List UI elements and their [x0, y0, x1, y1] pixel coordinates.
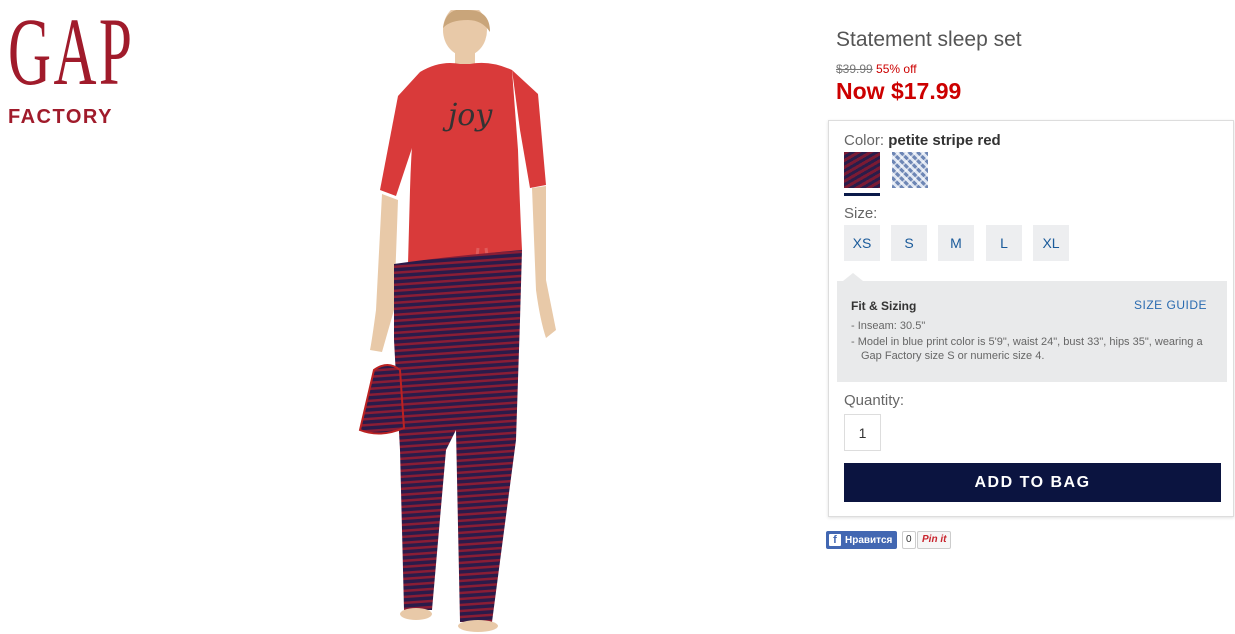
fit-sizing-box: Fit & Sizing SIZE GUIDE - Inseam: 30.5" … [837, 281, 1227, 382]
color-label: Color: petite stripe red [844, 132, 1001, 149]
facebook-like-label: Нравится [845, 534, 893, 546]
product-title: Statement sleep set [836, 28, 1022, 51]
discount-badge: 55% off [876, 62, 917, 76]
color-value: petite stripe red [888, 132, 1001, 149]
fit-detail-inseam: - Inseam: 30.5" [851, 320, 926, 332]
quantity-input[interactable]: 1 [844, 414, 881, 451]
facebook-icon: f [829, 534, 841, 546]
swatch-blue-print[interactable] [892, 152, 928, 188]
size-s-button[interactable]: S [891, 225, 927, 261]
size-label: Size: [844, 205, 878, 222]
size-l-button[interactable]: L [986, 225, 1022, 261]
logo-gap-text: GAP [8, 0, 135, 105]
size-xl-button[interactable]: XL [1033, 225, 1069, 261]
fit-detail-model: - Model in blue print color is 5'9", wai… [851, 336, 1203, 362]
price-line: $39.99 55% off [836, 62, 917, 76]
original-price: $39.99 [836, 62, 873, 76]
size-guide-link[interactable]: SIZE GUIDE [1134, 298, 1207, 312]
fit-sizing-title: Fit & Sizing [851, 299, 917, 313]
product-image: joy [358, 10, 556, 632]
logo-factory-text: FACTORY [8, 106, 113, 128]
size-xs-button[interactable]: XS [844, 225, 880, 261]
selected-swatch-indicator [844, 193, 880, 196]
facebook-like-button[interactable]: f Нравится [826, 531, 898, 549]
gap-factory-logo[interactable]: GAP FACTORY [8, 0, 135, 129]
facebook-like-count: 0 [902, 531, 916, 549]
buy-panel: Color: petite stripe red Size: XS S M L … [828, 120, 1234, 517]
svg-text:joy: joy [442, 98, 493, 133]
quantity-label: Quantity: [844, 392, 905, 409]
swatch-petite-stripe-red[interactable] [844, 152, 880, 188]
size-m-button[interactable]: M [938, 225, 974, 261]
add-to-bag-button[interactable]: ADD TO BAG [844, 463, 1221, 502]
fit-box-notch [843, 273, 863, 281]
color-label-text: Color: [844, 132, 885, 149]
sale-price: Now $17.99 [836, 78, 962, 104]
fit-details-list: - Inseam: 30.5" - Model in blue print co… [851, 319, 1211, 365]
pinterest-pin-button[interactable]: Pin it [917, 531, 952, 549]
